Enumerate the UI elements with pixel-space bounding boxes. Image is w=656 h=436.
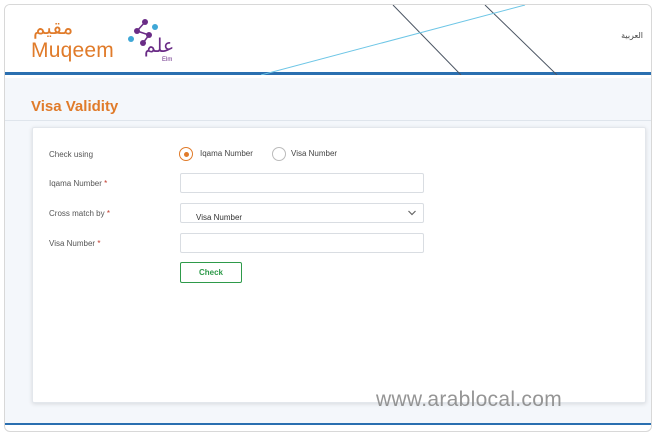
check-button[interactable]: Check: [180, 262, 242, 283]
visa-number-radio[interactable]: [272, 147, 286, 161]
cross-match-select[interactable]: Visa Number: [180, 203, 424, 223]
visa-number-label-text: Visa Number: [49, 239, 96, 248]
required-marker: *: [97, 239, 101, 248]
title-divider: [5, 120, 651, 121]
watermark: www.arablocal.com: [376, 388, 562, 411]
muqeem-logo: Muqeem: [31, 39, 114, 62]
footer-divider: [5, 423, 651, 425]
chevron-down-icon: [408, 210, 416, 216]
cross-match-label: Cross match by *: [49, 209, 110, 218]
page-title: Visa Validity: [31, 98, 119, 115]
iqama-number-radio-label[interactable]: Iqama Number: [200, 149, 253, 158]
site-header: مقيم Muqeem علم Elm العربية: [5, 5, 651, 75]
visa-number-radio-label[interactable]: Visa Number: [291, 149, 337, 158]
page-frame: مقيم Muqeem علم Elm العربية Visa Validit…: [4, 4, 652, 432]
required-marker: *: [104, 179, 108, 188]
elm-logo-arabic: علم: [144, 35, 175, 57]
language-switch-link[interactable]: العربية: [621, 31, 643, 40]
iqama-number-label: Iqama Number *: [49, 179, 107, 188]
visa-validity-form: Check using Iqama Number Visa Number Iqa…: [32, 127, 646, 403]
visa-number-label: Visa Number *: [49, 239, 100, 248]
iqama-number-label-text: Iqama Number: [49, 179, 102, 188]
required-marker: *: [106, 209, 110, 218]
cross-match-selected-value: Visa Number: [196, 213, 243, 222]
muqeem-logo-arabic: مقيم: [33, 15, 74, 39]
iqama-number-radio[interactable]: [179, 147, 193, 161]
cross-match-label-text: Cross match by: [49, 209, 105, 218]
iqama-number-input[interactable]: [180, 173, 424, 193]
elm-logo-english: Elm: [162, 57, 173, 63]
main-content: Visa Validity Check using Iqama Number V…: [5, 78, 651, 423]
check-using-label: Check using: [49, 150, 94, 159]
visa-number-input[interactable]: [180, 233, 424, 253]
